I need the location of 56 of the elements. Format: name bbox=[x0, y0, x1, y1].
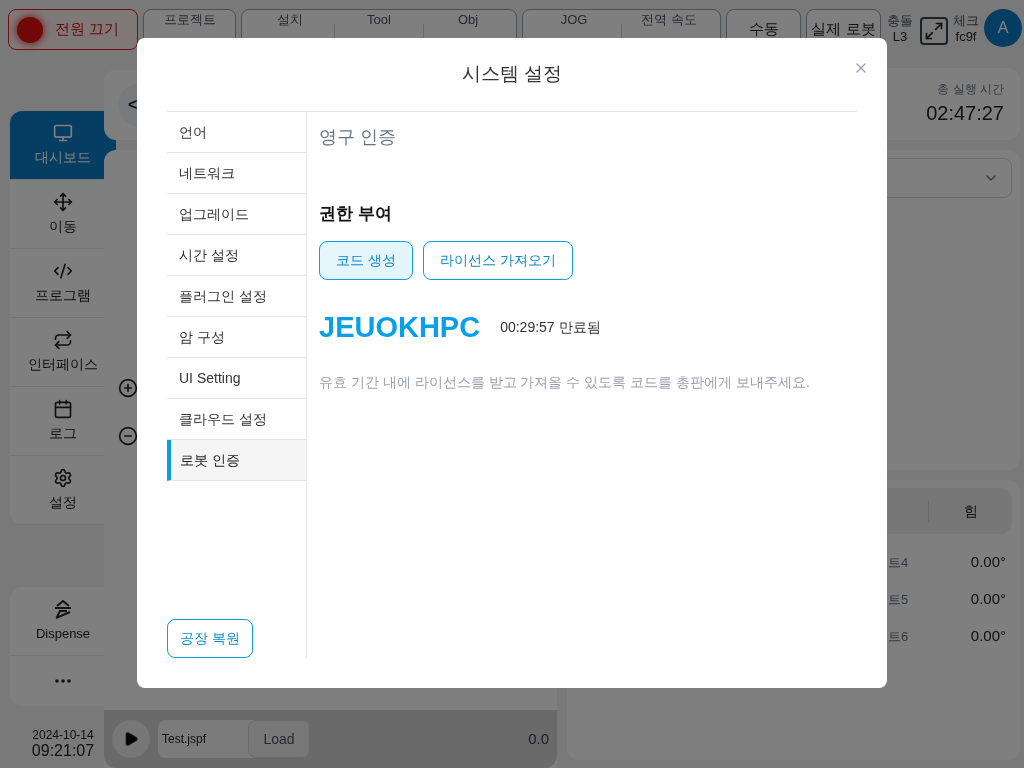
status-label: Obj bbox=[457, 12, 479, 28]
sidebar-item[interactable]: 대시보드 bbox=[10, 111, 116, 180]
run-time-value: 02:47:27 bbox=[926, 101, 1004, 126]
zoom-in-icon[interactable] bbox=[118, 378, 138, 398]
zoom-out-icon[interactable] bbox=[118, 426, 138, 446]
power-indicator-icon bbox=[17, 16, 43, 43]
more-dots-icon bbox=[55, 679, 71, 683]
play-icon bbox=[123, 731, 139, 747]
settings-icon bbox=[53, 467, 73, 488]
settings-nav-item[interactable]: 플러그인 설정 bbox=[167, 276, 306, 317]
collision-label: 충돌 bbox=[887, 13, 913, 29]
settings-nav-item[interactable]: 시간 설정 bbox=[167, 235, 306, 276]
file-field[interactable]: Test.jspf Load bbox=[158, 720, 310, 758]
user-avatar[interactable]: A bbox=[984, 9, 1022, 47]
time-text: 09:21:07 bbox=[31, 742, 95, 760]
calendar-icon bbox=[53, 398, 73, 419]
check-label: 체크 bbox=[953, 13, 979, 29]
joint-label: 트6 bbox=[888, 627, 909, 646]
status-label: JOG bbox=[560, 12, 588, 28]
load-button[interactable]: Load bbox=[248, 720, 310, 758]
progress-value: 0.0 bbox=[528, 728, 549, 749]
play-button[interactable] bbox=[112, 720, 150, 758]
move-arrows-icon bbox=[53, 191, 73, 212]
check-value: fc9f bbox=[955, 29, 977, 45]
factory-reset-button[interactable]: 공장 복원 bbox=[167, 619, 253, 658]
fullscreen-icon[interactable] bbox=[920, 17, 948, 45]
settings-nav-item[interactable]: UI Setting bbox=[167, 358, 306, 399]
collision-level: L3 bbox=[892, 29, 908, 45]
status-label: 설치 bbox=[277, 12, 303, 28]
status-label: 전역 속도 bbox=[641, 12, 697, 28]
expiry-text: 00:29:57 만료됨 bbox=[500, 317, 601, 337]
license-action-button[interactable]: 코드 생성 bbox=[319, 240, 413, 280]
joint-value: 0.00° bbox=[970, 552, 1006, 573]
force-tab[interactable]: 힘 bbox=[928, 500, 1012, 522]
dialog-title: 시스템 설정 bbox=[461, 62, 563, 87]
settings-nav-item[interactable]: 업그레이드 bbox=[167, 194, 306, 235]
settings-nav-item[interactable]: 언어 bbox=[167, 112, 306, 153]
settings-nav-item[interactable]: 네트워크 bbox=[167, 153, 306, 194]
subsection-title: 권한 부여 bbox=[319, 203, 393, 225]
license-code: JEUOKHPC bbox=[319, 309, 481, 344]
monitor-icon bbox=[53, 122, 73, 143]
settings-nav-item[interactable]: 암 구성 bbox=[167, 317, 306, 358]
joint-value: 0.00° bbox=[970, 626, 1006, 647]
joint-label: 트5 bbox=[888, 590, 909, 609]
date-text: 2024-10-14 bbox=[32, 728, 94, 742]
license-action-button[interactable]: 라이선스 가져오기 bbox=[422, 240, 573, 280]
settings-nav-item[interactable]: 로봇 인증 bbox=[167, 440, 306, 481]
joint-label: 트4 bbox=[888, 553, 909, 572]
power-button[interactable]: 전원 끄기 bbox=[8, 9, 138, 50]
joint-value: 0.00° bbox=[970, 589, 1006, 610]
run-time-label: 총 실행 시간 bbox=[937, 81, 1004, 98]
status-label: Tool bbox=[367, 12, 391, 28]
hint-text: 유효 기간 내에 라이선스를 받고 가져올 수 있도록 코드를 총판에게 보내주세요. bbox=[319, 372, 811, 392]
section-title: 영구 인증 bbox=[319, 126, 397, 149]
status-label: 프로젝트 bbox=[163, 12, 216, 28]
repeat-arrows-icon bbox=[53, 329, 73, 350]
